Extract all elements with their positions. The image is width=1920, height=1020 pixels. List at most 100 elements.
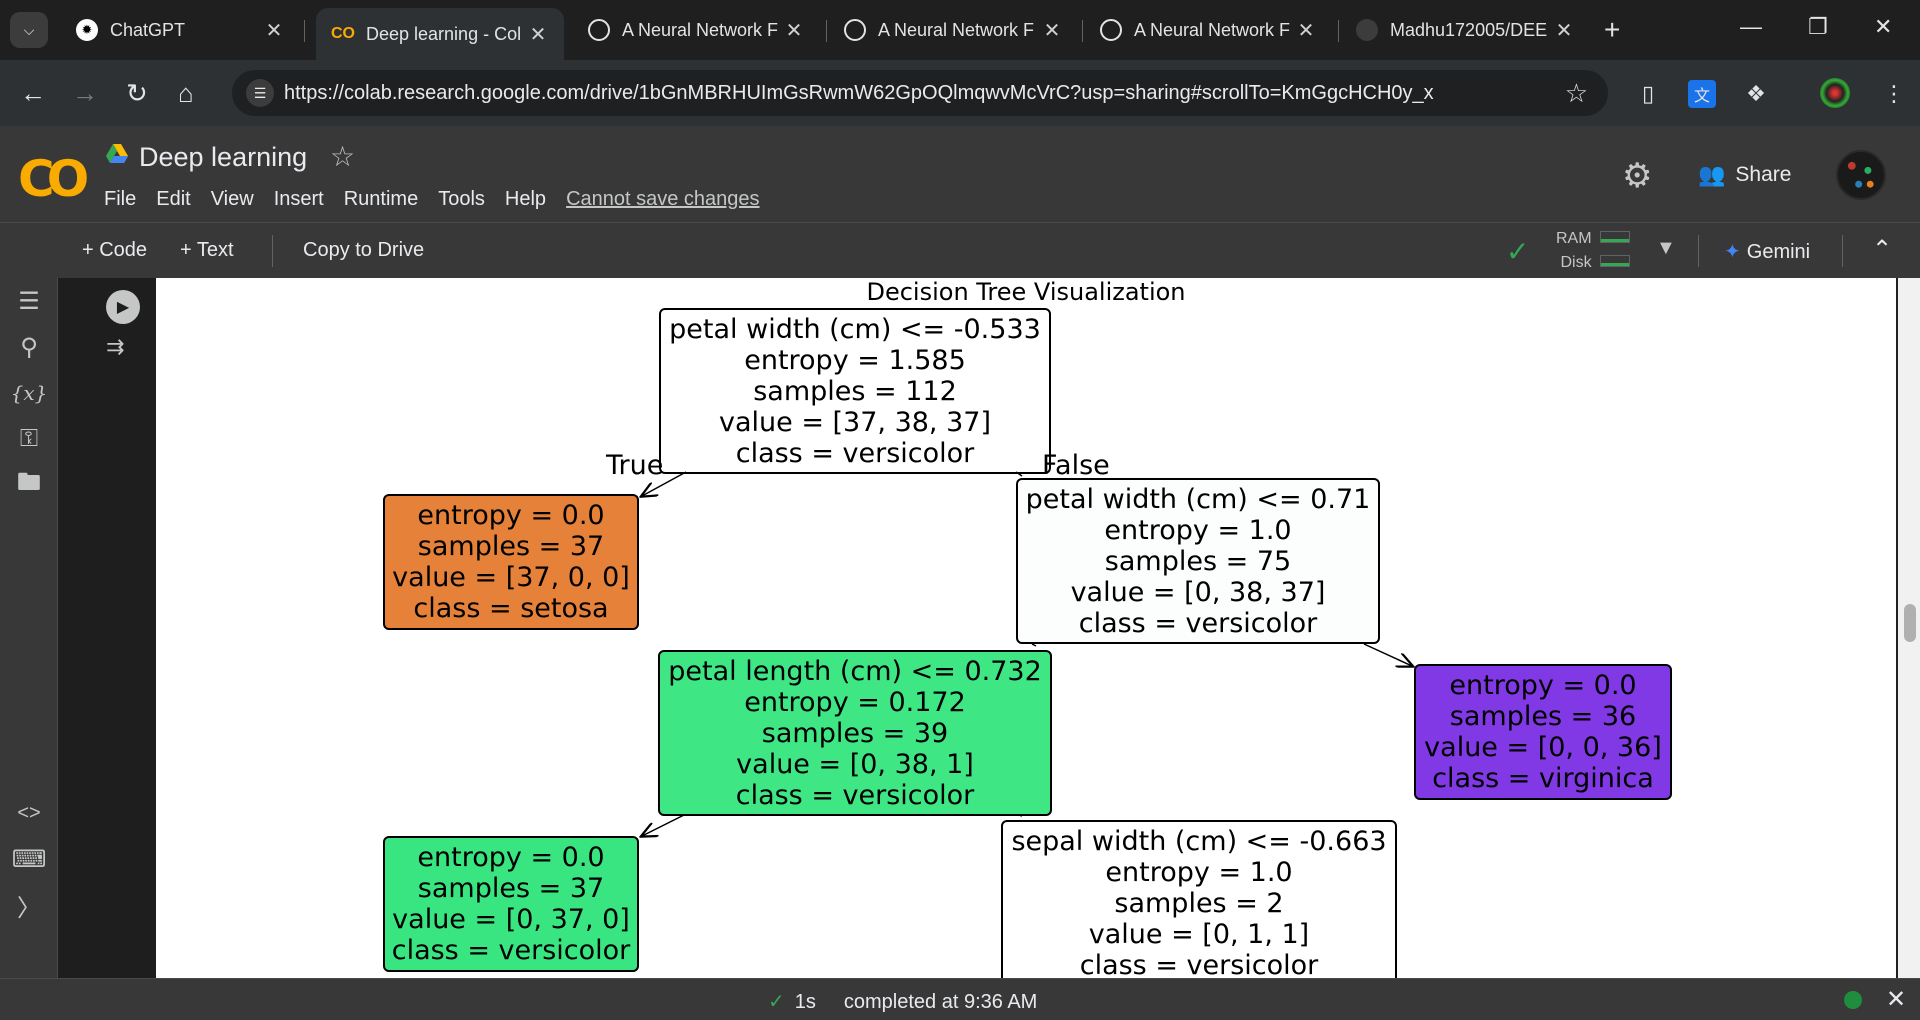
- menu-runtime[interactable]: Runtime: [344, 188, 418, 211]
- tab-deep-learning[interactable]: CO Deep learning - Col ✕: [316, 8, 564, 60]
- bookmark-star-icon[interactable]: ☆: [1565, 78, 1588, 109]
- node-line: class = versicolor: [391, 935, 631, 966]
- tab-chatgpt[interactable]: ✹ ChatGPT ✕: [60, 8, 300, 52]
- minimize-icon[interactable]: —: [1740, 14, 1762, 40]
- chatgpt-icon: ✹: [76, 19, 98, 41]
- node-line: sepal width (cm) <= -0.663: [1011, 825, 1387, 857]
- ram-label: RAM: [1556, 230, 1592, 247]
- toolbar-divider: [1698, 235, 1699, 267]
- menu-insert[interactable]: Insert: [274, 188, 324, 211]
- menu-edit[interactable]: Edit: [156, 188, 190, 211]
- site-settings-icon[interactable]: ☰: [246, 79, 274, 107]
- notebook-toolbar: + Code + Text Copy to Drive ✓ RAM Disk ▼…: [0, 222, 1920, 278]
- tab-title: Madhu172005/DEE: [1390, 19, 1548, 40]
- node-line: value = [0, 37, 0]: [392, 904, 630, 935]
- spiral-icon: [1100, 19, 1122, 41]
- variables-icon[interactable]: {x}: [11, 376, 48, 410]
- node-line: petal length (cm) <= 0.732: [668, 655, 1042, 687]
- node-line: class = setosa: [413, 593, 609, 624]
- output-actions-icon[interactable]: ⇉: [106, 334, 124, 360]
- search-icon[interactable]: ⚲: [12, 330, 46, 364]
- back-arrow-icon[interactable]: ←: [20, 78, 46, 109]
- tab-search-button[interactable]: ⌵: [10, 12, 48, 48]
- tab-github[interactable]: Madhu172005/DEE ✕: [1340, 8, 1590, 52]
- tab-neural-network-2[interactable]: A Neural Network F ✕: [828, 8, 1078, 52]
- add-text-button[interactable]: + Text: [180, 239, 234, 262]
- code-snippets-icon[interactable]: <>: [12, 796, 46, 830]
- close-window-icon[interactable]: ✕: [1874, 14, 1892, 40]
- node-line: samples = 39: [761, 717, 949, 749]
- gemini-button[interactable]: ✦ Gemini: [1724, 239, 1810, 264]
- terminal-icon[interactable]: 〉: [12, 888, 46, 922]
- menu-tools[interactable]: Tools: [438, 188, 485, 211]
- secrets-key-icon[interactable]: ⚿: [12, 422, 46, 456]
- translate-extension-icon[interactable]: 文: [1688, 80, 1716, 108]
- settings-gear-icon[interactable]: ⚙: [1622, 156, 1652, 196]
- scrollbar-thumb[interactable]: [1904, 604, 1916, 642]
- star-notebook-icon[interactable]: ☆: [330, 140, 355, 173]
- browser-profile-avatar[interactable]: [1820, 78, 1850, 108]
- ram-usage-bar: [1600, 231, 1630, 243]
- tree-node-petal-length-split: petal length (cm) <= 0.732 entropy = 0.1…: [658, 650, 1052, 816]
- node-line: entropy = 0.0: [1449, 670, 1637, 701]
- resources-dropdown-icon[interactable]: ▼: [1656, 237, 1676, 260]
- tab-title: A Neural Network F: [1134, 19, 1291, 40]
- reload-icon[interactable]: ↻: [126, 78, 148, 109]
- address-bar[interactable]: ☰ https://colab.research.google.com/driv…: [232, 70, 1608, 116]
- more-vert-icon[interactable]: ⋮: [1880, 80, 1908, 108]
- menu-help[interactable]: Help: [505, 188, 546, 211]
- forward-arrow-icon[interactable]: →: [72, 78, 98, 109]
- copy-to-drive-button[interactable]: Copy to Drive: [303, 239, 424, 262]
- files-folder-icon[interactable]: 🖿: [12, 468, 46, 502]
- tab-title: A Neural Network F: [878, 19, 1035, 40]
- close-status-icon[interactable]: ✕: [1886, 985, 1906, 1014]
- node-line: petal width (cm) <= -0.533: [669, 313, 1041, 345]
- command-palette-icon[interactable]: ⌨: [12, 842, 47, 876]
- home-icon[interactable]: ⌂: [178, 78, 194, 109]
- tab-neural-network-3[interactable]: A Neural Network F ✕: [1084, 8, 1332, 52]
- notebook-scrollbar[interactable]: [1898, 278, 1920, 978]
- close-tab-icon[interactable]: ✕: [782, 18, 806, 43]
- close-tab-icon[interactable]: ✕: [1040, 18, 1064, 43]
- node-line: entropy = 1.0: [1104, 514, 1292, 546]
- connected-check-icon[interactable]: ✓: [1506, 235, 1529, 268]
- node-line: samples = 37: [417, 873, 605, 904]
- add-code-button[interactable]: + Code: [82, 239, 147, 262]
- colab-logo[interactable]: CO: [18, 150, 89, 208]
- execution-status[interactable]: ✓ 1s completed at 9:36 AM: [768, 989, 1037, 1014]
- google-drive-icon[interactable]: [106, 144, 128, 164]
- resource-indicator[interactable]: RAM Disk: [1556, 227, 1592, 275]
- close-tab-icon[interactable]: ✕: [1294, 18, 1318, 43]
- restore-icon[interactable]: ❐: [1808, 14, 1828, 40]
- tab-neural-network-1[interactable]: A Neural Network F ✕: [572, 8, 820, 52]
- mouse-extension-icon[interactable]: ▯: [1634, 80, 1662, 108]
- disk-usage-bar: [1600, 255, 1630, 267]
- node-line: samples = 2: [1114, 887, 1284, 919]
- spiral-icon: [844, 19, 866, 41]
- runtime-status-icon[interactable]: [1844, 991, 1862, 1009]
- run-cell-button[interactable]: ▶: [106, 290, 140, 324]
- node-line: samples = 112: [753, 375, 957, 407]
- success-check-icon: ✓: [768, 991, 785, 1013]
- close-tab-icon[interactable]: ✕: [526, 22, 550, 47]
- share-button[interactable]: 👥 Share: [1698, 162, 1791, 188]
- new-tab-button[interactable]: +: [1604, 14, 1620, 46]
- url-text: https://colab.research.google.com/drive/…: [284, 82, 1434, 104]
- table-of-contents-icon[interactable]: ☰: [12, 284, 46, 318]
- true-edge-label: True: [606, 450, 664, 481]
- node-line: samples = 37: [417, 531, 605, 562]
- tab-divider: [1082, 20, 1083, 42]
- cannot-save-link[interactable]: Cannot save changes: [566, 188, 759, 211]
- menu-view[interactable]: View: [211, 188, 254, 211]
- user-avatar[interactable]: [1836, 150, 1886, 200]
- menu-file[interactable]: File: [104, 188, 136, 211]
- node-line: entropy = 0.172: [744, 686, 966, 718]
- extensions-puzzle-icon[interactable]: ❖: [1742, 80, 1770, 108]
- collapse-header-icon[interactable]: ⌃: [1872, 235, 1892, 264]
- close-tab-icon[interactable]: ✕: [1552, 18, 1576, 43]
- node-line: class = versicolor: [735, 437, 975, 469]
- notebook-title[interactable]: Deep learning: [139, 142, 307, 173]
- tree-node-virginica-leaf: entropy = 0.0 samples = 36 value = [0, 0…: [1414, 664, 1672, 800]
- tree-node-petal-width-split: petal width (cm) <= 0.71 entropy = 1.0 s…: [1016, 478, 1380, 644]
- close-tab-icon[interactable]: ✕: [262, 18, 286, 43]
